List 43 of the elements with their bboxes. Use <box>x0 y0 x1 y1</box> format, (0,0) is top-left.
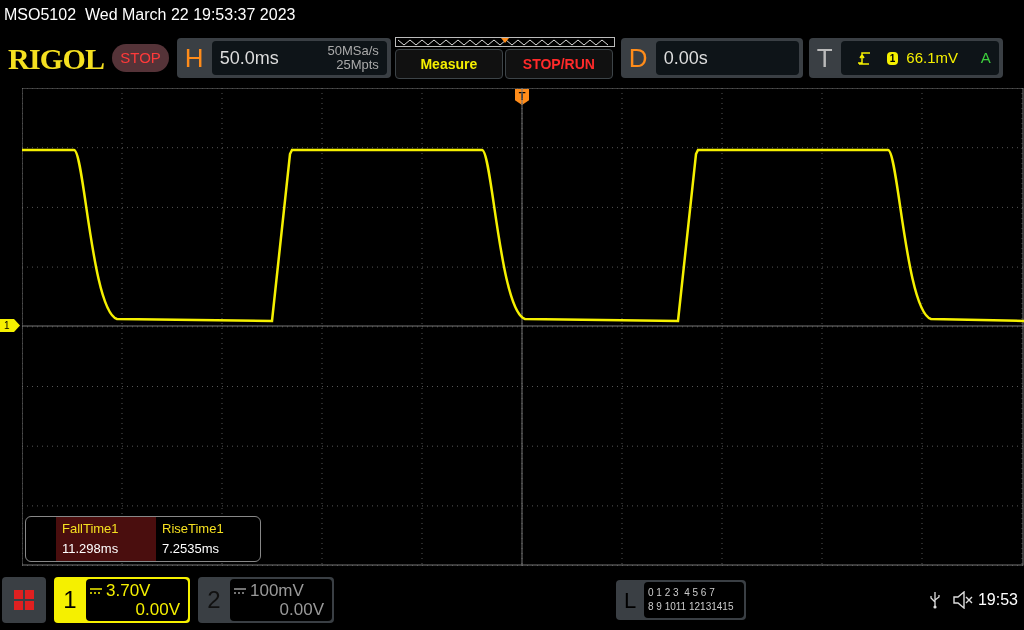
measurement-value: 7.2535ms <box>162 540 221 558</box>
softkey-button[interactable]: STOP/RUN <box>504 49 613 79</box>
channel-panel[interactable]: 1 3.70V 0.00V <box>54 577 190 623</box>
channel-scale: 3.70V <box>106 581 151 600</box>
measurement-value: 11.298ms <box>62 540 120 558</box>
clock: 19:53 <box>977 590 1018 610</box>
logic-channel-numbers: 0 1 2 3 4 5 6 7 <box>648 586 716 600</box>
trigger-panel[interactable]: T 1 66.1mV A <box>808 38 1003 78</box>
speaker-muted-icon <box>951 591 974 609</box>
measurement-name: RiseTime1 <box>162 520 225 538</box>
logic-panel[interactable]: L 0 1 2 3 4 5 6 7 8 9 1011 12131415 <box>616 580 746 620</box>
rising-edge-icon <box>856 51 871 65</box>
memory-depth: 25Mpts <box>336 58 379 72</box>
measurement-item[interactable]: RiseTime1 7.2535ms <box>156 517 256 561</box>
run-state-badge: STOP <box>112 43 169 73</box>
horizontal-label: H <box>183 41 205 75</box>
delay-label: D <box>627 41 649 75</box>
trigger-level: 66.1mV <box>906 47 958 68</box>
channel-number: 1 <box>62 585 78 615</box>
channel-offset: 0.00V <box>279 600 324 619</box>
grid-squares-icon <box>14 590 34 610</box>
trigger-source-badge: 1 <box>886 51 899 65</box>
trigger-mode: A <box>980 47 991 68</box>
usb-icon <box>929 591 940 609</box>
delay-value: 0.00s <box>663 46 708 70</box>
trigger-label: T <box>815 41 834 75</box>
logic-label: L <box>622 586 638 615</box>
horizontal-panel[interactable]: H 50.0ms 50MSa/s 25Mpts <box>176 38 391 78</box>
softkey-button[interactable]: Measure <box>394 49 503 79</box>
dc-coupling-icon <box>234 587 246 594</box>
channel-offset: 0.00V <box>135 600 180 619</box>
channel-marker: 1 <box>0 319 20 332</box>
logo: RIGOL <box>8 40 105 77</box>
title-bar-text: MSO5102 Wed March 22 19:53:37 2023 <box>4 5 296 25</box>
dc-coupling-icon <box>90 587 102 594</box>
measurement-item[interactable]: FallTime1 11.298ms <box>56 517 156 561</box>
logic-channel-numbers: 8 9 1011 12131415 <box>648 600 735 614</box>
timebase-value: 50.0ms <box>219 46 279 70</box>
channel-scale: 100mV <box>250 581 304 600</box>
sample-rate: 50MSa/s <box>327 44 379 58</box>
measurement-name: FallTime1 <box>62 520 120 538</box>
delay-panel[interactable]: D 0.00s <box>620 38 803 78</box>
menu-button[interactable] <box>2 577 46 623</box>
